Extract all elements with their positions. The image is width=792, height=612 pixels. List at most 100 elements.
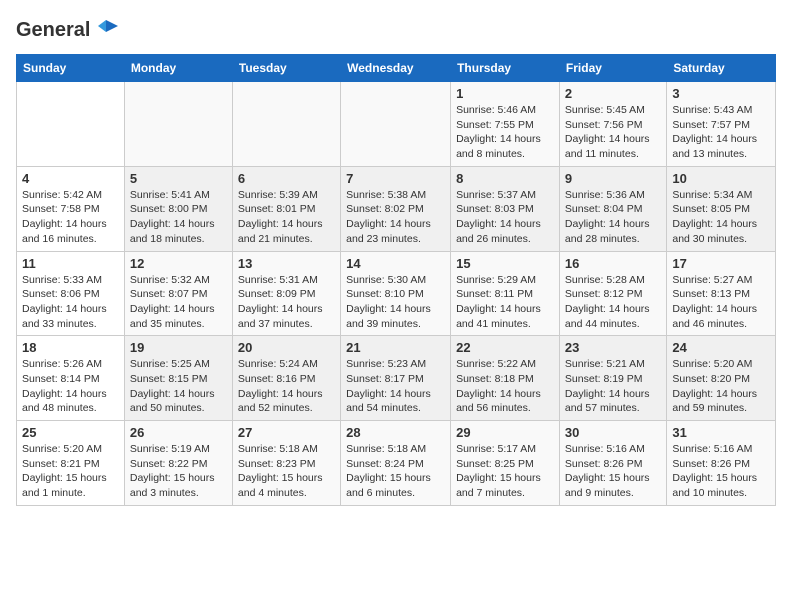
day-info: Sunrise: 5:30 AM Sunset: 8:10 PM Dayligh… — [346, 273, 445, 332]
calendar-cell — [17, 82, 125, 167]
week-row-5: 25Sunrise: 5:20 AM Sunset: 8:21 PM Dayli… — [17, 421, 776, 506]
day-info: Sunrise: 5:34 AM Sunset: 8:05 PM Dayligh… — [672, 188, 770, 247]
day-info: Sunrise: 5:36 AM Sunset: 8:04 PM Dayligh… — [565, 188, 661, 247]
day-number: 5 — [130, 171, 227, 186]
day-info: Sunrise: 5:18 AM Sunset: 8:23 PM Dayligh… — [238, 442, 335, 501]
calendar-cell: 10 Sunrise: 5:34 AM Sunset: 8:05 PM Dayli… — [667, 166, 776, 251]
calendar-cell: 7 Sunrise: 5:38 AM Sunset: 8:02 PM Daylig… — [341, 166, 451, 251]
day-number: 16 — [565, 256, 661, 271]
col-header-thursday: Thursday — [451, 55, 560, 82]
day-number: 11 — [22, 256, 119, 271]
day-number: 30 — [565, 425, 661, 440]
calendar-cell: 15 Sunrise: 5:29 AM Sunset: 8:11 PM Dayli… — [451, 251, 560, 336]
calendar-cell: 13 Sunrise: 5:31 AM Sunset: 8:09 PM Dayli… — [232, 251, 340, 336]
day-number: 22 — [456, 340, 554, 355]
day-info: Sunrise: 5:16 AM Sunset: 8:26 PM Dayligh… — [565, 442, 661, 501]
day-info: Sunrise: 5:20 AM Sunset: 8:21 PM Dayligh… — [22, 442, 119, 501]
day-number: 18 — [22, 340, 119, 355]
day-number: 1 — [456, 86, 554, 101]
week-row-3: 11 Sunrise: 5:33 AM Sunset: 8:06 PM Dayli… — [17, 251, 776, 336]
calendar-cell: 9 Sunrise: 5:36 AM Sunset: 8:04 PM Daylig… — [559, 166, 666, 251]
calendar-cell: 17 Sunrise: 5:27 AM Sunset: 8:13 PM Dayli… — [667, 251, 776, 336]
day-info: Sunrise: 5:46 AM Sunset: 7:55 PM Dayligh… — [456, 103, 554, 162]
day-number: 2 — [565, 86, 661, 101]
page-header: General — [16, 16, 776, 42]
day-info: Sunrise: 5:22 AM Sunset: 8:18 PM Dayligh… — [456, 357, 554, 416]
day-info: Sunrise: 5:33 AM Sunset: 8:06 PM Dayligh… — [22, 273, 119, 332]
day-info: Sunrise: 5:41 AM Sunset: 8:00 PM Dayligh… — [130, 188, 227, 247]
calendar-cell: 31Sunrise: 5:16 AM Sunset: 8:26 PM Dayli… — [667, 421, 776, 506]
day-info: Sunrise: 5:25 AM Sunset: 8:15 PM Dayligh… — [130, 357, 227, 416]
day-info: Sunrise: 5:21 AM Sunset: 8:19 PM Dayligh… — [565, 357, 661, 416]
calendar-cell: 6Sunrise: 5:39 AM Sunset: 8:01 PM Daylig… — [232, 166, 340, 251]
day-info: Sunrise: 5:29 AM Sunset: 8:11 PM Dayligh… — [456, 273, 554, 332]
day-info: Sunrise: 5:24 AM Sunset: 8:16 PM Dayligh… — [238, 357, 335, 416]
calendar-cell: 30 Sunrise: 5:16 AM Sunset: 8:26 PM Dayli… — [559, 421, 666, 506]
logo: General — [16, 16, 120, 42]
day-number: 13 — [238, 256, 335, 271]
day-info: Sunrise: 5:32 AM Sunset: 8:07 PM Dayligh… — [130, 273, 227, 332]
day-number: 12 — [130, 256, 227, 271]
col-header-sunday: Sunday — [17, 55, 125, 82]
calendar-cell: 25Sunrise: 5:20 AM Sunset: 8:21 PM Dayli… — [17, 421, 125, 506]
day-info: Sunrise: 5:39 AM Sunset: 8:01 PM Dayligh… — [238, 188, 335, 247]
calendar-cell: 19 Sunrise: 5:25 AM Sunset: 8:15 PM Dayli… — [124, 336, 232, 421]
col-header-friday: Friday — [559, 55, 666, 82]
day-info: Sunrise: 5:20 AM Sunset: 8:20 PM Dayligh… — [672, 357, 770, 416]
week-row-1: 1 Sunrise: 5:46 AM Sunset: 7:55 PM Daylig… — [17, 82, 776, 167]
calendar-cell: 12 Sunrise: 5:32 AM Sunset: 8:07 PM Dayli… — [124, 251, 232, 336]
day-number: 15 — [456, 256, 554, 271]
day-number: 28 — [346, 425, 445, 440]
day-number: 29 — [456, 425, 554, 440]
day-number: 14 — [346, 256, 445, 271]
calendar-cell: 27 Sunrise: 5:18 AM Sunset: 8:23 PM Dayli… — [232, 421, 340, 506]
day-info: Sunrise: 5:23 AM Sunset: 8:17 PM Dayligh… — [346, 357, 445, 416]
calendar-cell: 28 Sunrise: 5:18 AM Sunset: 8:24 PM Dayli… — [341, 421, 451, 506]
col-header-wednesday: Wednesday — [341, 55, 451, 82]
calendar-cell — [341, 82, 451, 167]
day-info: Sunrise: 5:26 AM Sunset: 8:14 PM Dayligh… — [22, 357, 119, 416]
day-info: Sunrise: 5:27 AM Sunset: 8:13 PM Dayligh… — [672, 273, 770, 332]
week-row-2: 4Sunrise: 5:42 AM Sunset: 7:58 PM Daylig… — [17, 166, 776, 251]
day-info: Sunrise: 5:17 AM Sunset: 8:25 PM Dayligh… — [456, 442, 554, 501]
day-number: 3 — [672, 86, 770, 101]
day-number: 23 — [565, 340, 661, 355]
day-number: 8 — [456, 171, 554, 186]
day-number: 27 — [238, 425, 335, 440]
day-number: 9 — [565, 171, 661, 186]
logo-general: General — [16, 19, 90, 42]
day-number: 20 — [238, 340, 335, 355]
week-row-4: 18 Sunrise: 5:26 AM Sunset: 8:14 PM Dayli… — [17, 336, 776, 421]
calendar-cell: 8 Sunrise: 5:37 AM Sunset: 8:03 PM Daylig… — [451, 166, 560, 251]
calendar-cell: 29 Sunrise: 5:17 AM Sunset: 8:25 PM Dayli… — [451, 421, 560, 506]
day-number: 4 — [22, 171, 119, 186]
calendar-cell — [232, 82, 340, 167]
calendar-cell: 23 Sunrise: 5:21 AM Sunset: 8:19 PM Dayli… — [559, 336, 666, 421]
calendar-cell: 22 Sunrise: 5:22 AM Sunset: 8:18 PM Dayli… — [451, 336, 560, 421]
day-number: 10 — [672, 171, 770, 186]
day-info: Sunrise: 5:18 AM Sunset: 8:24 PM Dayligh… — [346, 442, 445, 501]
day-info: Sunrise: 5:38 AM Sunset: 8:02 PM Dayligh… — [346, 188, 445, 247]
day-info: Sunrise: 5:16 AM Sunset: 8:26 PM Dayligh… — [672, 442, 770, 501]
calendar-cell: 3Sunrise: 5:43 AM Sunset: 7:57 PM Daylig… — [667, 82, 776, 167]
calendar-cell: 4Sunrise: 5:42 AM Sunset: 7:58 PM Daylig… — [17, 166, 125, 251]
day-number: 26 — [130, 425, 227, 440]
calendar-cell: 26 Sunrise: 5:19 AM Sunset: 8:22 PM Dayli… — [124, 421, 232, 506]
day-number: 17 — [672, 256, 770, 271]
calendar-cell: 18 Sunrise: 5:26 AM Sunset: 8:14 PM Dayli… — [17, 336, 125, 421]
day-info: Sunrise: 5:31 AM Sunset: 8:09 PM Dayligh… — [238, 273, 335, 332]
calendar-cell: 14 Sunrise: 5:30 AM Sunset: 8:10 PM Dayli… — [341, 251, 451, 336]
day-number: 19 — [130, 340, 227, 355]
day-number: 7 — [346, 171, 445, 186]
col-header-saturday: Saturday — [667, 55, 776, 82]
day-number: 21 — [346, 340, 445, 355]
calendar-cell: 11 Sunrise: 5:33 AM Sunset: 8:06 PM Dayli… — [17, 251, 125, 336]
day-info: Sunrise: 5:45 AM Sunset: 7:56 PM Dayligh… — [565, 103, 661, 162]
day-info: Sunrise: 5:37 AM Sunset: 8:03 PM Dayligh… — [456, 188, 554, 247]
calendar-cell: 16Sunrise: 5:28 AM Sunset: 8:12 PM Dayli… — [559, 251, 666, 336]
calendar-table: SundayMondayTuesdayWednesdayThursdayFrid… — [16, 54, 776, 506]
day-info: Sunrise: 5:19 AM Sunset: 8:22 PM Dayligh… — [130, 442, 227, 501]
calendar-cell: 2 Sunrise: 5:45 AM Sunset: 7:56 PM Daylig… — [559, 82, 666, 167]
col-header-tuesday: Tuesday — [232, 55, 340, 82]
calendar-cell: 5 Sunrise: 5:41 AM Sunset: 8:00 PM Daylig… — [124, 166, 232, 251]
